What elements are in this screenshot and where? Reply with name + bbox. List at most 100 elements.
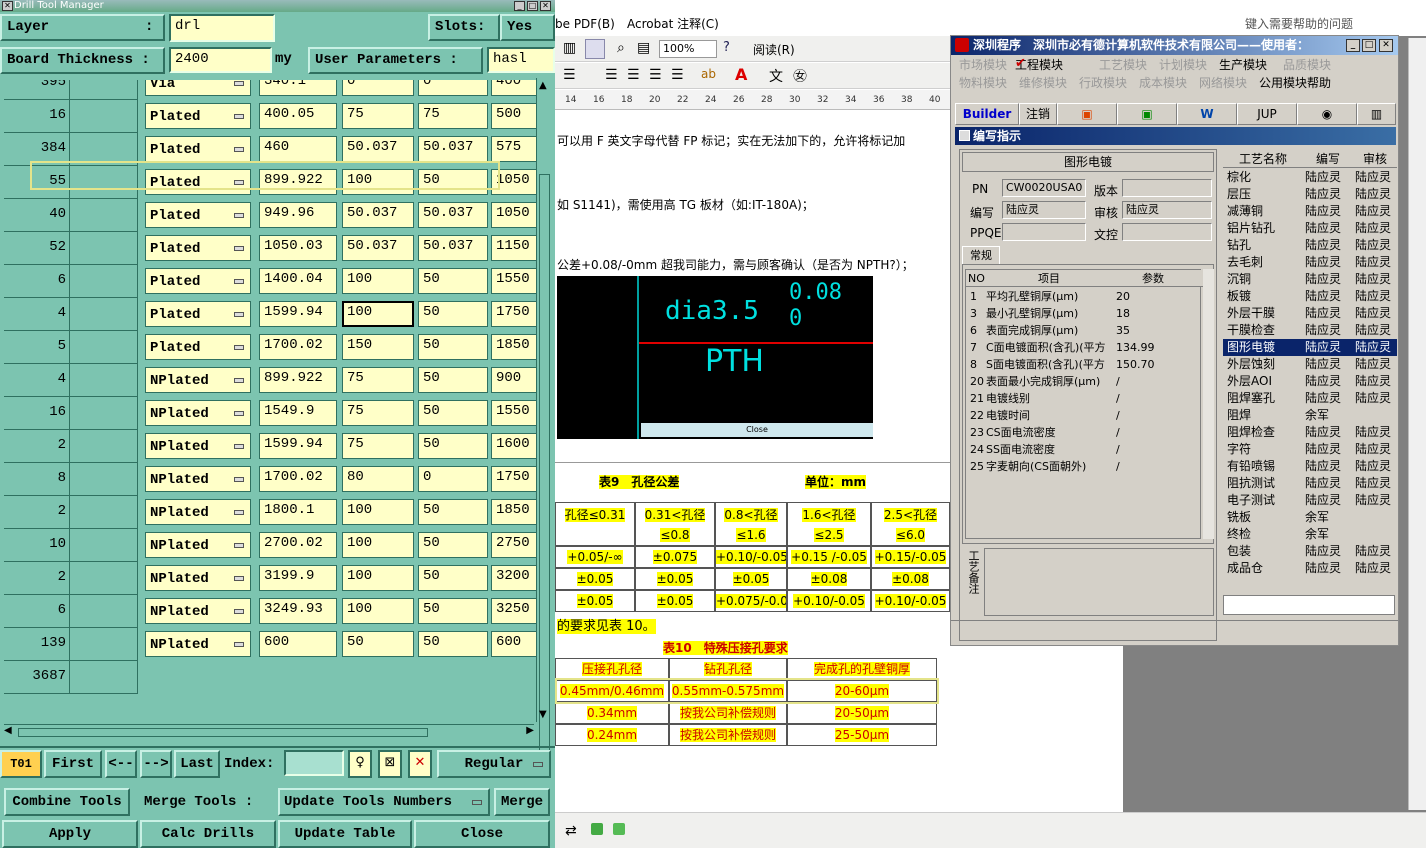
type-dropdown[interactable]: NPlated (145, 631, 251, 657)
process-note-field[interactable] (984, 548, 1214, 616)
chart-icon[interactable]: ▥ (563, 40, 576, 56)
module-menu-item[interactable]: 公用模块 (1259, 74, 1307, 91)
process-row[interactable]: 沉铜 陆应灵 陆应灵 (1223, 271, 1397, 288)
slots-toggle[interactable]: Yes (500, 14, 555, 41)
calc-drills-button[interactable]: Calc Drills (140, 820, 276, 848)
indent-decrease-icon[interactable]: ☰ (649, 67, 662, 83)
merge-button[interactable]: Merge (494, 788, 550, 816)
powerpoint-icon[interactable]: ▣ (1057, 103, 1117, 125)
minus-tol-field[interactable]: 50.037 (418, 235, 488, 261)
menu-acrobat[interactable]: Acrobat 注释(C) (627, 14, 719, 34)
prev-button[interactable]: <-- (105, 750, 137, 778)
process-row[interactable]: 外层干膜 陆应灵 陆应灵 (1223, 305, 1397, 322)
horizontal-scrollbar[interactable]: ◀ ▶ (4, 724, 534, 739)
module-menu-item[interactable]: 市场模块 (959, 56, 1007, 73)
regular-dropdown[interactable]: Regular (437, 750, 551, 778)
user-parameters-field[interactable]: hasl (487, 47, 555, 73)
minus-tol-field[interactable]: 50 (418, 301, 488, 327)
finish-size-field[interactable]: 2700.02 (259, 532, 337, 558)
process-row[interactable]: 阻焊检查 陆应灵 陆应灵 (1223, 424, 1397, 441)
finish-size-field[interactable]: 1599.94 (259, 301, 337, 327)
process-search-field[interactable] (1223, 595, 1395, 615)
enclose-icon[interactable]: ㊛ (793, 66, 807, 86)
module-menu-item[interactable]: 计划模块 (1159, 56, 1207, 73)
module-menu-item[interactable]: 物料模块 (959, 74, 1007, 91)
word-icon[interactable]: W (1177, 103, 1237, 125)
plus-tol-field[interactable]: 50.037 (342, 235, 414, 261)
finish-size-field[interactable]: 1700.02 (259, 466, 337, 492)
combine-tools-button[interactable]: Combine Tools (4, 788, 130, 816)
type-dropdown[interactable]: Plated (145, 235, 251, 261)
layer-field[interactable]: drl (169, 14, 275, 42)
ppqe-field[interactable] (1002, 223, 1086, 241)
app-maximize-button[interactable]: □ (1362, 39, 1376, 52)
doc-icon[interactable]: ▤ (637, 40, 650, 56)
plus-tol-field[interactable]: 75 (342, 103, 414, 129)
pointer-icon[interactable] (585, 39, 605, 59)
plus-tol-field[interactable]: 100 (342, 301, 414, 327)
process-row[interactable]: 阻抗测试 陆应灵 陆应灵 (1223, 475, 1397, 492)
type-dropdown[interactable]: NPlated (145, 466, 251, 492)
minus-tol-field[interactable]: 50 (418, 268, 488, 294)
minus-tol-field[interactable]: 50 (418, 598, 488, 624)
plus-tol-field[interactable]: 100 (342, 268, 414, 294)
process-row[interactable]: 铣板 余军 (1223, 509, 1397, 526)
type-dropdown[interactable]: Plated (145, 334, 251, 360)
finish-size-field[interactable]: 1050.03 (259, 235, 337, 261)
plus-tol-field[interactable]: 80 (342, 466, 414, 492)
process-row[interactable]: 有铅喷锡 陆应灵 陆应灵 (1223, 458, 1397, 475)
finish-size-field[interactable]: 340.1 (259, 80, 337, 96)
params-scrollbar[interactable] (1203, 269, 1214, 539)
cube-icon[interactable] (613, 823, 625, 835)
type-dropdown[interactable]: Plated (145, 169, 251, 195)
process-row[interactable]: 图形电镀 陆应灵 陆应灵 (1223, 339, 1397, 356)
bullets-icon[interactable]: ☰ (627, 67, 640, 83)
process-row[interactable]: 电子测试 陆应灵 陆应灵 (1223, 492, 1397, 509)
type-dropdown[interactable]: Plated (145, 103, 251, 129)
type-dropdown[interactable]: Via (145, 80, 251, 96)
finish-size-field[interactable]: 460 (259, 136, 337, 162)
process-row[interactable]: 外层AOI 陆应灵 陆应灵 (1223, 373, 1397, 390)
numbering-icon[interactable]: ☰ (605, 67, 618, 83)
type-dropdown[interactable]: NPlated (145, 367, 251, 393)
pn-field[interactable]: CW0020USA0 (1002, 179, 1086, 197)
vertical-scrollbar[interactable]: ▲ ▼ (536, 78, 551, 774)
process-row[interactable]: 字符 陆应灵 陆应灵 (1223, 441, 1397, 458)
process-row[interactable]: 钻孔 陆应灵 陆应灵 (1223, 237, 1397, 254)
type-dropdown[interactable]: NPlated (145, 400, 251, 426)
doc-vertical-scrollbar[interactable] (1408, 38, 1426, 810)
minus-tol-field[interactable]: 50 (418, 433, 488, 459)
help-search[interactable]: 键入需要帮助的问题 (1245, 14, 1353, 34)
update-table-button[interactable]: Update Table (278, 820, 412, 848)
minus-tol-field[interactable]: 50 (418, 400, 488, 426)
process-row[interactable]: 终检 余军 (1223, 526, 1397, 543)
green-icon[interactable] (591, 823, 603, 835)
minus-tol-field[interactable]: 75 (418, 103, 488, 129)
process-row[interactable]: 外层蚀刻 陆应灵 陆应灵 (1223, 356, 1397, 373)
process-row[interactable]: 层压 陆应灵 陆应灵 (1223, 186, 1397, 203)
last-button[interactable]: Last (174, 750, 220, 778)
process-row[interactable]: 阻焊塞孔 陆应灵 陆应灵 (1223, 390, 1397, 407)
apply-button[interactable]: Apply (2, 820, 138, 848)
close-x-icon[interactable]: ✕ (2, 1, 13, 11)
tab-general[interactable]: 常规 (962, 246, 1000, 265)
module-menu-item[interactable]: 成本模块 (1139, 74, 1187, 91)
process-row[interactable]: 棕化 陆应灵 陆应灵 (1223, 169, 1397, 186)
read-button[interactable]: 阅读(R) (753, 41, 795, 58)
arrows-icon[interactable]: ⇄ (565, 823, 577, 839)
module-menu-item[interactable]: 工艺模块 (1099, 56, 1147, 73)
minus-tol-field[interactable]: 50 (418, 334, 488, 360)
finish-size-field[interactable]: 1549.9 (259, 400, 337, 426)
process-row[interactable]: 干膜检查 陆应灵 陆应灵 (1223, 322, 1397, 339)
line-spacing-icon[interactable]: ☰ (563, 67, 576, 83)
bulb-icon[interactable]: ♀ (348, 750, 372, 778)
plus-tol-field[interactable]: 0 (342, 80, 414, 96)
help-icon[interactable]: ? (723, 40, 730, 55)
type-dropdown[interactable]: NPlated (145, 532, 251, 558)
type-dropdown[interactable]: NPlated (145, 433, 251, 459)
plus-tol-field[interactable]: 100 (342, 499, 414, 525)
logout-button[interactable]: 注销 (1019, 103, 1057, 125)
process-row[interactable]: 成品仓 陆应灵 陆应灵 (1223, 560, 1397, 577)
minus-tol-field[interactable]: 50 (418, 565, 488, 591)
zoom-icon[interactable]: ⌕ (617, 40, 625, 56)
